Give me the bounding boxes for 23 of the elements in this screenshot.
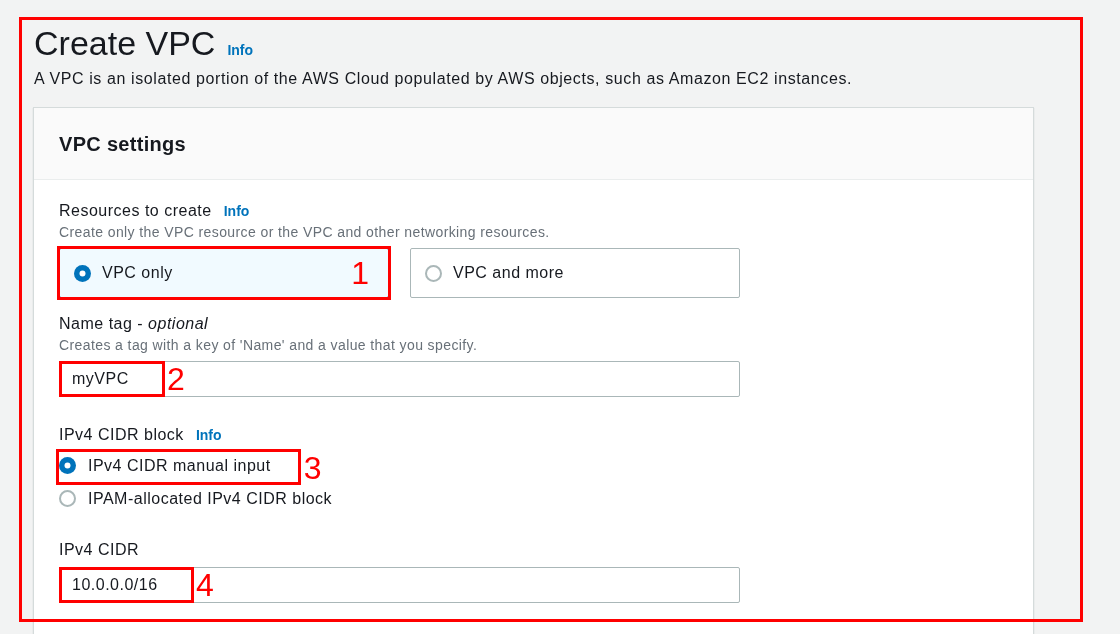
radio-button[interactable] (74, 264, 91, 282)
radio-label[interactable]: IPv4 CIDR manual input (88, 455, 271, 476)
page-title: Create VPC (34, 23, 216, 64)
field-label: Name tag - optional (59, 314, 209, 334)
info-link[interactable]: Info (195, 425, 222, 446)
page-description: A VPC is an isolated portion of the AWS Cloud populated by AWS objects, such as Amazon EC2 instances. (34, 69, 854, 89)
option-tile[interactable]: VPC and more (410, 248, 740, 298)
annotation-number: 4 (196, 569, 214, 601)
field-label: IPv4 CIDR (59, 540, 140, 560)
field-label: Resources to create (59, 201, 212, 221)
info-link[interactable]: Info (223, 201, 250, 222)
info-link[interactable]: Info (227, 40, 254, 61)
field-label: IPv4 CIDR block (59, 425, 184, 445)
field-hint: Create only the VPC resource or the VPC and other networking resources. (59, 223, 551, 242)
field-hint: Creates a tag with a key of 'Name' and a value that you specify. (59, 336, 479, 355)
annotation-number: 3 (303, 452, 322, 484)
radio-button[interactable] (59, 490, 76, 507)
radio-label[interactable]: IPAM-allocated IPv4 CIDR block (88, 488, 333, 509)
annotation-number: 1 (351, 257, 369, 289)
panel-title: VPC settings (59, 131, 186, 156)
radio-button[interactable] (425, 264, 442, 282)
annotation-number: 2 (167, 363, 185, 395)
radio-button[interactable] (59, 457, 76, 474)
